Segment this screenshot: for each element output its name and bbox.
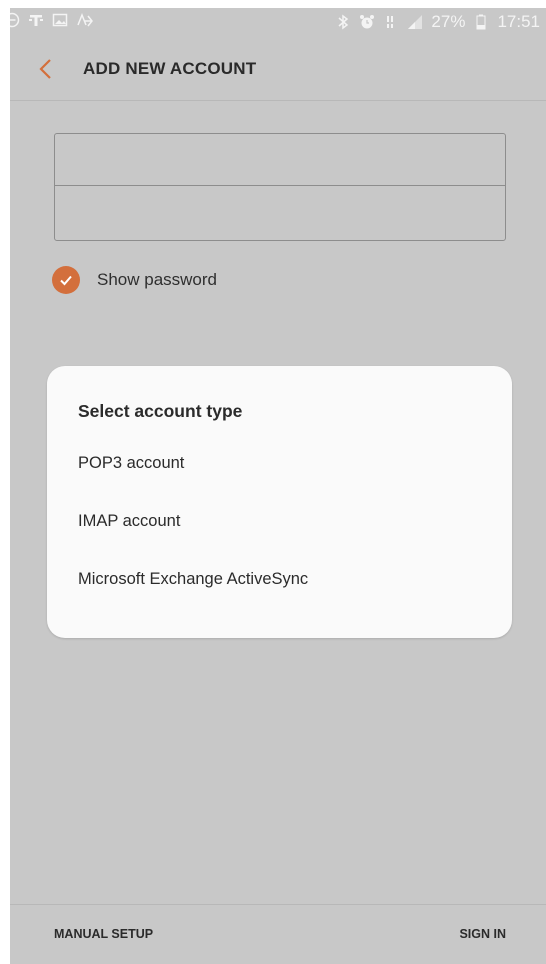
image-icon (52, 12, 68, 28)
show-password-toggle[interactable]: Show password (52, 266, 217, 294)
lte-icon (383, 14, 399, 30)
status-right: 27% 17:51 (335, 12, 540, 32)
credential-fields (54, 133, 506, 241)
alarm-icon (359, 14, 375, 30)
option-exchange-activesync[interactable]: Microsoft Exchange ActiveSync (78, 559, 498, 599)
option-imap[interactable]: IMAP account (78, 501, 498, 541)
email-field[interactable] (55, 134, 505, 186)
signal-icon (407, 14, 423, 30)
clock: 17:51 (497, 12, 540, 31)
sign-in-button[interactable]: SIGN IN (459, 927, 506, 941)
bluetooth-icon (335, 14, 351, 30)
page-title: ADD NEW ACCOUNT (83, 59, 257, 78)
account-type-dialog: Select account type POP3 account IMAP ac… (47, 366, 512, 638)
manual-setup-button[interactable]: MANUAL SETUP (54, 927, 153, 941)
voicemail-icon (76, 12, 93, 28)
screen: 27% 17:51 ADD NEW ACCOUNT Show password … (10, 8, 546, 964)
do-not-disturb-icon (10, 12, 20, 28)
password-field[interactable] (55, 187, 505, 239)
t-mobile-icon (28, 12, 44, 28)
dialog-title: Select account type (78, 401, 243, 421)
app-bar: ADD NEW ACCOUNT (10, 38, 546, 101)
back-button[interactable] (34, 56, 60, 82)
option-pop3[interactable]: POP3 account (78, 443, 498, 483)
chevron-left-icon (39, 59, 51, 79)
status-bar: 27% 17:51 (10, 8, 546, 38)
show-password-label: Show password (97, 270, 218, 289)
battery-percent: 27% (431, 12, 466, 31)
checkbox-checked-icon[interactable] (52, 266, 80, 294)
battery-icon (473, 14, 489, 30)
status-left (10, 12, 93, 28)
bottom-bar: MANUAL SETUP SIGN IN (10, 904, 546, 964)
